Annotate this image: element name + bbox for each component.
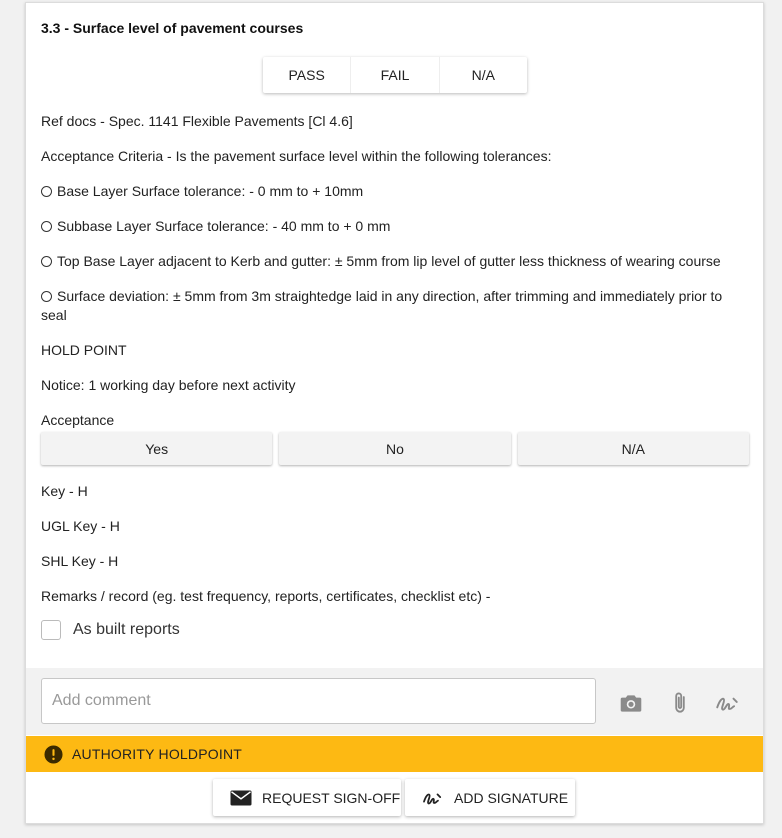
tolerance-text: Base Layer Surface tolerance: - 0 mm to … <box>57 183 364 199</box>
envelope-icon <box>230 790 252 805</box>
as-built-reports-row: As built reports <box>41 620 180 640</box>
add-signature-button[interactable]: ADD SIGNATURE <box>405 779 575 816</box>
exclamation-icon <box>44 744 63 764</box>
request-signoff-button[interactable]: REQUEST SIGN-OFF <box>213 779 401 816</box>
acceptance-label: Acceptance <box>41 412 115 428</box>
remarks-text: Remarks / record (eg. test frequency, re… <box>41 588 491 604</box>
bullet-circle-icon <box>41 256 52 267</box>
inspection-item-card: 3.3 - Surface level of pavement courses … <box>25 2 764 824</box>
bullet-circle-icon <box>41 186 52 197</box>
ref-docs-text: Ref docs - Spec. 1141 Flexible Pavements… <box>41 113 353 129</box>
notice-text: Notice: 1 working day before next activi… <box>41 377 296 393</box>
tolerance-text: Top Base Layer adjacent to Kerb and gutt… <box>57 253 721 269</box>
add-signature-label: ADD SIGNATURE <box>454 789 569 806</box>
fail-button[interactable]: FAIL <box>351 57 440 93</box>
signature-icon[interactable] <box>714 690 740 716</box>
result-button-group: PASS FAIL N/A <box>263 57 527 93</box>
key-text: Key - H <box>41 483 88 499</box>
na-button[interactable]: N/A <box>440 57 527 93</box>
paperclip-icon[interactable] <box>667 690 693 716</box>
tolerance-item: Subbase Layer Surface tolerance: - 40 mm… <box>41 217 390 236</box>
request-signoff-label: REQUEST SIGN-OFF <box>262 789 401 806</box>
tolerance-item: Base Layer Surface tolerance: - 0 mm to … <box>41 182 363 201</box>
tolerance-text: Subbase Layer Surface tolerance: - 40 mm… <box>57 218 391 234</box>
tolerance-item: Surface deviation: ± 5mm from 3m straigh… <box>41 287 741 325</box>
shl-key-text: SHL Key - H <box>41 553 119 569</box>
camera-icon[interactable] <box>618 690 644 716</box>
comment-bar <box>26 668 763 735</box>
bullet-circle-icon <box>41 221 52 232</box>
as-built-reports-checkbox[interactable] <box>41 620 61 640</box>
authority-holdpoint-banner: AUTHORITY HOLDPOINT <box>26 736 763 772</box>
as-built-reports-label: As built reports <box>73 621 180 638</box>
tolerance-item: Top Base Layer adjacent to Kerb and gutt… <box>41 252 721 271</box>
acceptance-button-group: Yes No N/A <box>41 432 749 465</box>
holdpoint-label: AUTHORITY HOLDPOINT <box>72 746 243 762</box>
comment-input[interactable] <box>41 678 596 724</box>
hold-point-text: HOLD POINT <box>41 342 127 358</box>
item-title: 3.3 - Surface level of pavement courses <box>41 20 304 36</box>
signature-icon <box>423 793 442 804</box>
bullet-circle-icon <box>41 291 52 302</box>
acceptance-criteria-text: Acceptance Criteria - Is the pavement su… <box>41 148 552 164</box>
acceptance-no-button[interactable]: No <box>279 432 511 465</box>
acceptance-yes-button[interactable]: Yes <box>41 432 273 465</box>
acceptance-na-button[interactable]: N/A <box>517 432 749 465</box>
tolerance-text: Surface deviation: ± 5mm from 3m straigh… <box>41 288 723 323</box>
pass-button[interactable]: PASS <box>263 57 352 93</box>
ugl-key-text: UGL Key - H <box>41 518 120 534</box>
